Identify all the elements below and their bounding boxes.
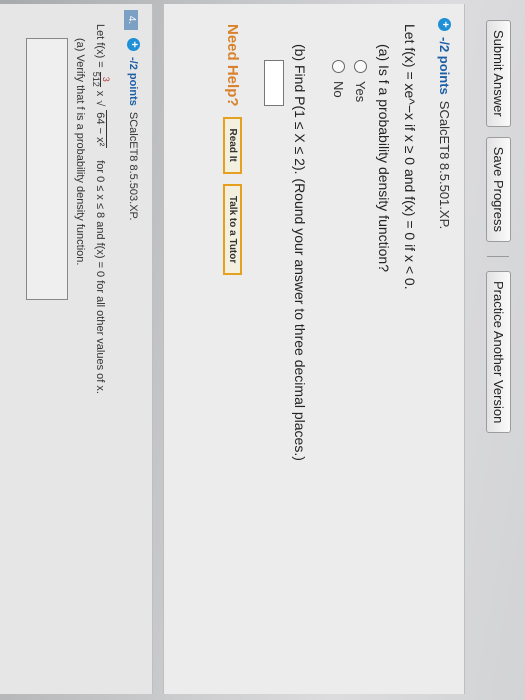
read-it-button[interactable]: Read It <box>223 116 242 174</box>
question-function: Let f(x) = xe^−x if x ≥ 0 and f(x) = 0 i… <box>402 24 418 290</box>
part-b-prompt: (b) Find P(1 ≤ X ≤ 2). (Round your answe… <box>292 44 308 461</box>
expand-plus-icon[interactable]: + <box>438 18 451 31</box>
question-code: SCalcET8 8.5.503.XP. <box>127 111 140 221</box>
points-label: -/2 points <box>437 37 452 95</box>
radicand: 64 − x² <box>94 110 107 149</box>
question-4-header: + -/2 points SCalcET8 8.5.503.XP. <box>127 4 152 694</box>
part-a-answer-area[interactable] <box>26 38 68 300</box>
help-row: Need Help? Read It Talk to a Tutor <box>223 24 242 276</box>
expand-plus-icon[interactable]: + <box>127 38 140 51</box>
part-b-answer-input[interactable] <box>264 60 284 106</box>
fraction: 3 512 <box>91 71 111 87</box>
sqrt-symbol: √ <box>94 100 107 107</box>
question-3-header: + -/2 points SCalcET8 8.5.501.XP. <box>437 4 464 694</box>
question-number: 4. <box>124 10 138 30</box>
radio-button[interactable] <box>354 60 367 73</box>
fraction-denominator: 512 <box>91 71 101 87</box>
option-yes-label: Yes <box>353 81 368 103</box>
points-label: -/2 points <box>127 57 140 106</box>
question-4-card: 4. + -/2 points SCalcET8 8.5.503.XP. Let… <box>0 4 153 694</box>
part-a-prompt: (a) Verify that f is a probability densi… <box>74 38 86 266</box>
save-progress-button[interactable]: Save Progress <box>486 136 511 242</box>
question-3-card: + -/2 points SCalcET8 8.5.501.XP. Let f(… <box>163 4 465 694</box>
submit-answer-button[interactable]: Submit Answer <box>486 20 511 127</box>
question-4-function: Let f(x) = 3 512 x √ 64 − x² for 0 ≤ x ≤… <box>91 24 111 394</box>
part-a-prompt: (a) Is f a probability density function? <box>376 44 392 273</box>
talk-to-tutor-button[interactable]: Talk to a Tutor <box>223 183 242 276</box>
radio-button[interactable] <box>332 60 345 73</box>
toolbar: Submit Answer Save Progress Practice Ano… <box>486 20 511 434</box>
expression-x: x <box>94 90 107 97</box>
page: Submit Answer Save Progress Practice Ano… <box>0 0 525 700</box>
question-code: SCalcET8 8.5.501.XP. <box>437 100 452 230</box>
option-no-label: No <box>331 81 346 98</box>
fraction-numerator: 3 <box>101 76 111 82</box>
option-no[interactable]: No <box>331 60 346 98</box>
let-text: Let f(x) = <box>94 24 107 68</box>
option-yes[interactable]: Yes <box>353 60 368 102</box>
practice-another-version-button[interactable]: Practice Another Version <box>486 270 511 434</box>
need-help-label: Need Help? <box>224 24 241 107</box>
toolbar-divider <box>487 255 510 257</box>
condition-text: for 0 ≤ x ≤ 8 and f(x) = 0 for all other… <box>94 160 107 394</box>
